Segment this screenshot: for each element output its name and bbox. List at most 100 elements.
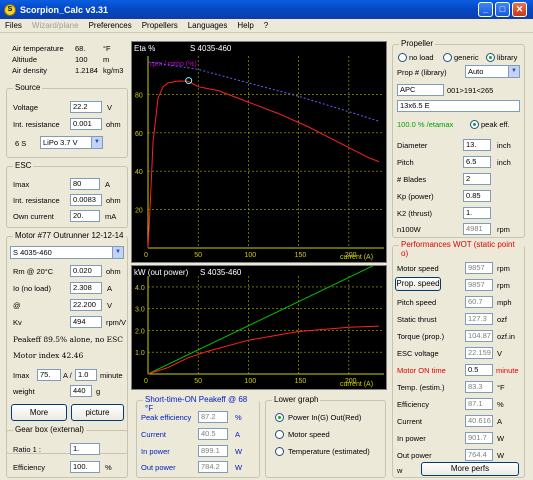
pitch-field[interactable]: 6.5 (463, 156, 491, 168)
top-y-tick-label: 20 (135, 208, 143, 215)
gearbox-eff-field[interactable]: 100. (70, 461, 100, 473)
pitch-speed-value: 60.7 (465, 296, 493, 308)
window-title: Scorpion_Calc v3.31 (20, 4, 109, 15)
own-current-field[interactable]: 20. (70, 210, 100, 222)
lower-speed-radio[interactable] (275, 430, 284, 439)
menu-preferences[interactable]: Preferences (84, 21, 137, 30)
esc-ir-field[interactable]: 0.0083 (70, 194, 102, 206)
temp-unit: °F (497, 383, 505, 392)
rm-field[interactable]: 0.020 (70, 265, 102, 277)
battery-select-value: LiPo 3.7 V (43, 138, 78, 147)
maximize-button[interactable]: □ (495, 2, 510, 17)
perf-eff-label: Efficiency (397, 400, 429, 409)
peakeff-radio[interactable] (470, 120, 479, 129)
menu-about[interactable]: ? (259, 21, 273, 30)
source-ir-label: Int. resistance (13, 120, 60, 129)
source-title: Source (13, 83, 43, 92)
more-button[interactable]: More (11, 404, 67, 421)
left-panel: Air temperature 68. °F Altitude 100 m Ai… (0, 34, 130, 480)
menu-languages[interactable]: Languages (183, 21, 233, 30)
prop-range-text: 001>191<265 (447, 86, 494, 95)
motor-imax-field[interactable]: 75. (37, 369, 61, 381)
gearbox-group: Gear box (external) Ratio 1 : 1. Efficie… (6, 425, 128, 478)
esc-voltage-unit: V (497, 349, 503, 358)
air-temp-unit: °F (103, 44, 111, 53)
esc-title: ESC (13, 161, 34, 170)
at-unit: V (107, 301, 113, 310)
air-temp-value: 68. (75, 44, 86, 53)
esc-voltage-value: 22.159 (465, 347, 493, 359)
top-ylabel: Eta % (134, 44, 155, 53)
noload-radio[interactable] (398, 53, 407, 62)
battery-select[interactable]: LiPo 3.7 V ▼ (40, 136, 103, 149)
rm-label: Rm @ 20°C (13, 267, 54, 276)
air-density-label: Air density (12, 66, 48, 75)
menu-propellers[interactable]: Propellers (137, 21, 183, 30)
esc-voltage-label: ESC voltage (397, 349, 439, 358)
picture-button[interactable]: picture (71, 404, 124, 421)
io-unit: A (107, 284, 113, 293)
generic-radio[interactable] (443, 53, 452, 62)
at-field[interactable]: 22.200 (70, 299, 102, 311)
weight-field[interactable]: 440 (70, 385, 92, 397)
io-field[interactable]: 2.308 (70, 282, 102, 294)
close-button[interactable]: ✕ (512, 2, 527, 17)
kv-field[interactable]: 494 (70, 316, 102, 328)
diameter-field[interactable]: 13. (463, 139, 491, 151)
source-ir-field[interactable]: 0.001 (70, 118, 102, 130)
perf-outpower-unit: W (497, 451, 505, 460)
power-chart-svg: kW (out power) S 4035-460 current (A) 05… (134, 262, 384, 388)
perf-inpower-unit: W (497, 434, 505, 443)
altitude-label: Altitude (12, 55, 38, 64)
menu-wizard[interactable]: Wizard/plane (27, 21, 84, 30)
pitch-unit: inch (497, 158, 511, 167)
bottom-series-label: S 4035-460 (200, 268, 242, 277)
prop-library-value: Auto (468, 67, 484, 76)
motor-index-text: Motor index 42.46 (13, 351, 84, 360)
motor-imax-minutes-unit: minute (100, 371, 123, 380)
motor-group: Motor #77 Outrunner 12-12-14 S 4035-460 ▼… (6, 231, 128, 454)
k2-label: K2 (thrust) (397, 209, 433, 218)
cells-count: 6 S (15, 139, 27, 148)
st-current-value: 40.5 (198, 428, 228, 440)
menu-bar: Files Wizard/plane Preferences Propeller… (0, 19, 533, 33)
voltage-field[interactable]: 22.2 (70, 101, 102, 113)
chevron-down-icon: ▼ (91, 137, 102, 148)
bottom-y-tick-label: 1.0 (135, 350, 145, 357)
st-current-unit: A (235, 430, 241, 439)
motor-speed-unit: rpm (497, 264, 510, 273)
pitch-label: Pitch (397, 158, 414, 167)
st-outpower-value: 784.2 (198, 461, 228, 473)
ratio-field[interactable]: 1. (70, 443, 100, 455)
bottom-y-tick-label: 3.0 (135, 307, 145, 314)
prop-size-field[interactable]: 13x6.5 E (397, 100, 520, 112)
minimize-button[interactable]: _ (478, 2, 493, 17)
prop-library-select[interactable]: Auto ▼ (465, 65, 520, 78)
lower-temp-radio[interactable] (275, 447, 284, 456)
k2-field[interactable]: 1. (463, 207, 491, 219)
weight-label: weight (13, 387, 35, 396)
n100-label: n100W (397, 225, 421, 234)
library-radio[interactable] (486, 53, 495, 62)
menu-files[interactable]: Files (0, 21, 27, 30)
prop-brand-field[interactable]: APC (397, 84, 444, 96)
motor-imax-label: Imax (13, 371, 30, 380)
st-current-label: Current (141, 430, 167, 439)
motor-imax-minutes-field[interactable]: 1.0 (75, 369, 97, 381)
prop-speed-button[interactable]: Prop. speed (395, 277, 441, 291)
blades-field[interactable]: 2 (463, 173, 491, 185)
esc-imax-field[interactable]: 80 (70, 178, 100, 190)
menu-help[interactable]: Help (232, 21, 258, 30)
noload-label: no load (409, 53, 434, 62)
bottom-x-tick-label: 0 (144, 378, 148, 385)
on-time-field[interactable]: 0.5 (465, 364, 493, 376)
motor-select[interactable]: S 4035-460 ▼ (10, 246, 124, 259)
bottom-y-tick-label: 2.0 (135, 328, 145, 335)
performance-group: Performances WOT (static point o) Motor … (392, 240, 525, 478)
lower-power-radio[interactable] (275, 413, 284, 422)
library-label: library (497, 53, 518, 62)
more-perfs-button[interactable]: More perfs (421, 462, 519, 476)
kp-field[interactable]: 0.85 (463, 190, 491, 202)
power-chart: kW (out power) S 4035-460 current (A) 05… (131, 262, 387, 390)
motor-speed-label: Motor speed (397, 264, 439, 273)
